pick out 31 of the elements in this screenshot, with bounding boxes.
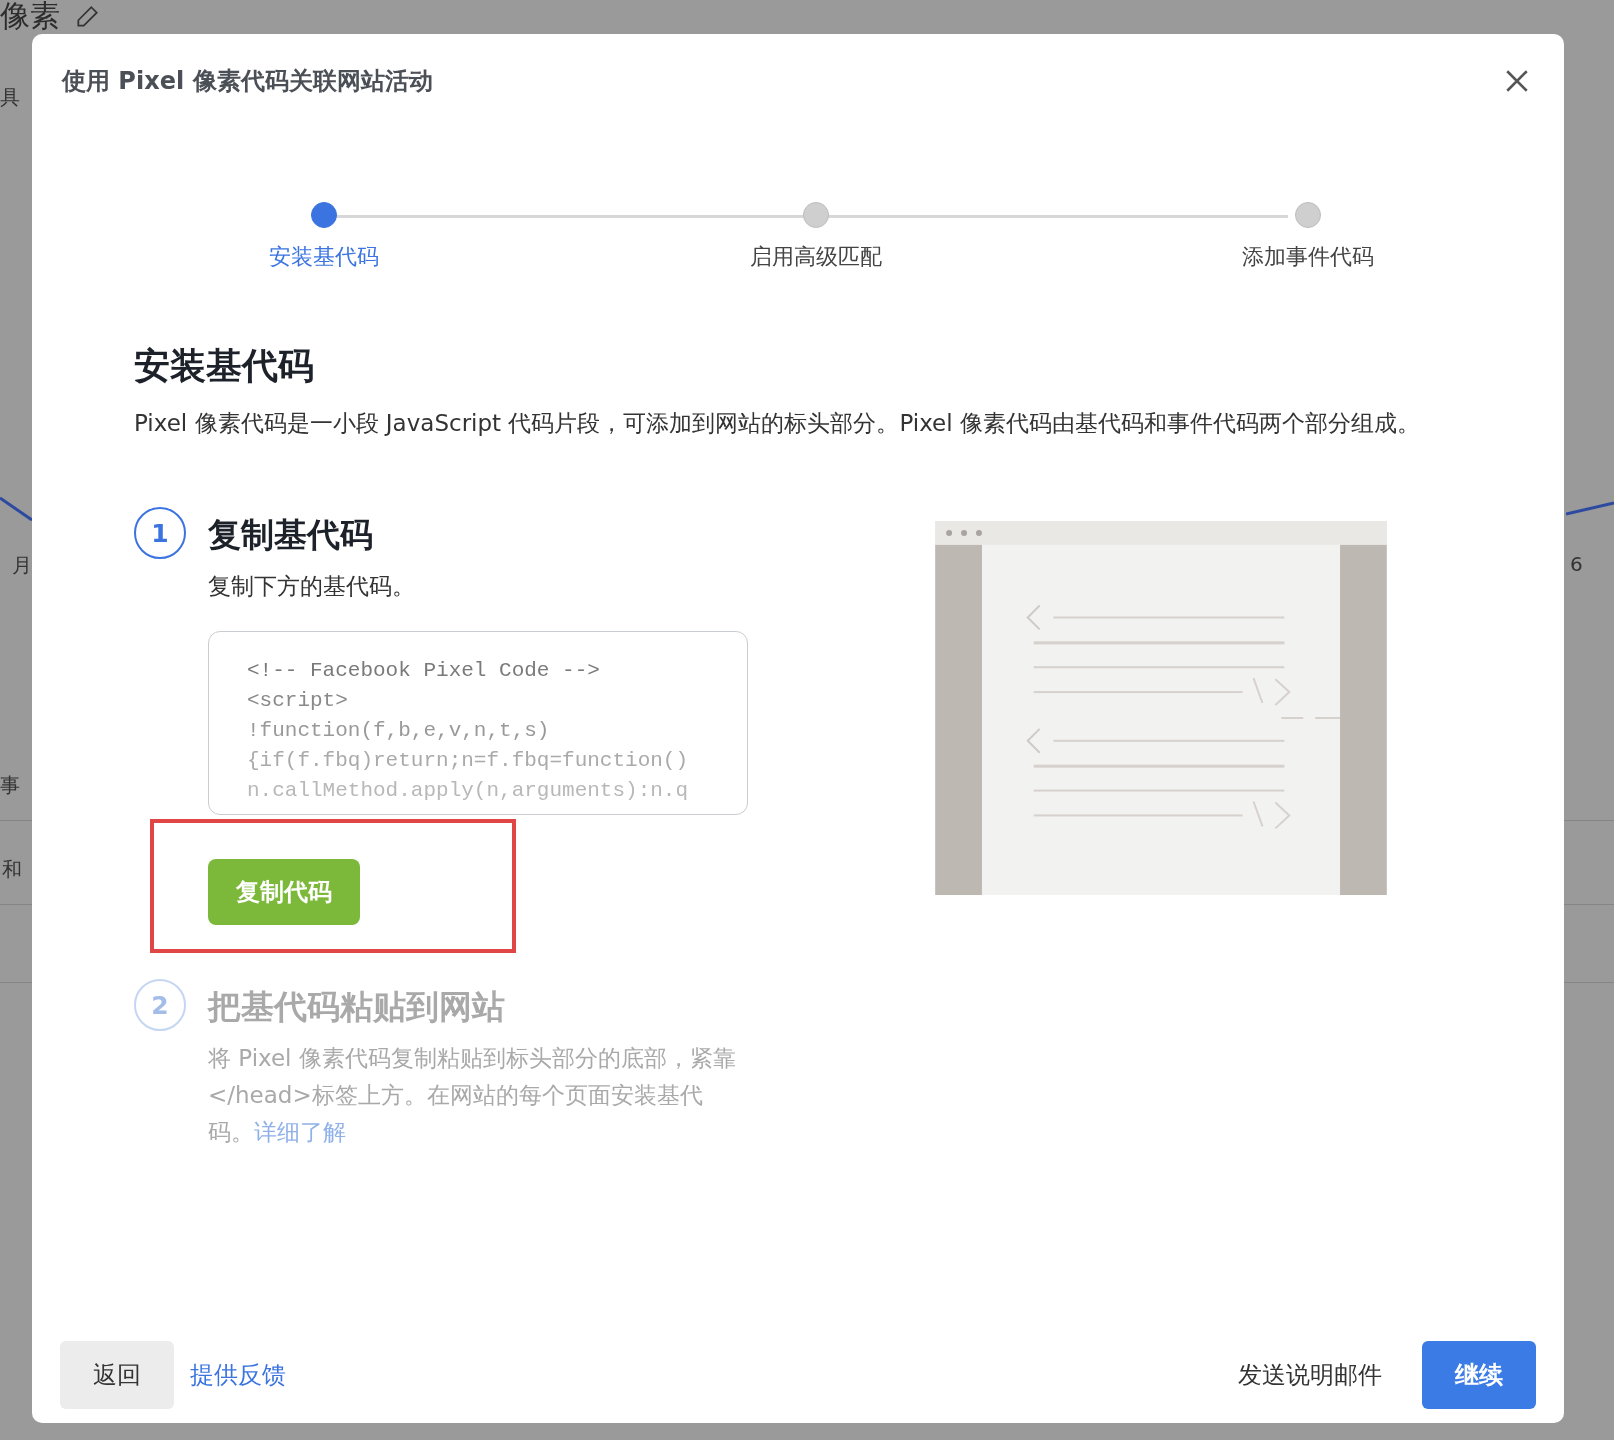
chart-line (1566, 500, 1614, 518)
step-tab[interactable]: 添加事件代码 (1062, 202, 1554, 272)
step-text: 将 Pixel 像素代码复制粘贴到标头部分的底部，紧靠</head>标签上方。在网站的每个页面安装基代码。详细了解 (208, 1044, 737, 1147)
feedback-link[interactable]: 提供反馈 (190, 1359, 286, 1391)
step-tab[interactable]: 安装基代码 (78, 202, 570, 272)
background-text: 6 (1570, 552, 1583, 576)
code-line: {if(f.fbq)return;n=f.fbq=function() (247, 748, 690, 774)
dialog-title: 使用 Pixel 像素代码关联网站活动 (62, 66, 433, 97)
code-line: !function(f,b,e,v,n,t,s) (247, 718, 551, 744)
code-line: n.callMethod.apply(n,arguments):n.q (247, 778, 690, 804)
section-heading: 安装基代码 (134, 344, 315, 388)
send-email-button[interactable]: 发送说明邮件 (1238, 1359, 1422, 1391)
step-title: 把基代码粘贴到网站 (208, 986, 506, 1028)
background-text: 事 (0, 772, 20, 799)
step-tab[interactable]: 启用高级匹配 (570, 202, 1062, 272)
background-text: 月 (12, 552, 32, 579)
background-text: 和 (2, 856, 22, 883)
description: Pixel 像素代码是一小段 JavaScript 代码片段，可添加到网站的标头部分。Pixel 像素代码由基代码和事件代码两个部分组成。 (134, 409, 1421, 438)
back-button[interactable]: 返回 (60, 1341, 174, 1409)
pencil-icon (74, 3, 100, 30)
step-text: 复制下方的基代码。 (208, 572, 416, 601)
code-line: <!-- Facebook Pixel Code --> (247, 658, 601, 684)
page-title: 像素 (0, 0, 60, 35)
step-number: 2 (134, 979, 186, 1031)
chart-line (0, 494, 34, 524)
background-text: 具 (0, 84, 20, 111)
continue-button[interactable]: 继续 (1422, 1341, 1536, 1409)
code-line: <script> (247, 688, 349, 714)
copy-code-button[interactable]: 复制代码 (208, 859, 360, 925)
step-title: 复制基代码 (208, 514, 374, 556)
step-number: 1 (134, 507, 186, 559)
